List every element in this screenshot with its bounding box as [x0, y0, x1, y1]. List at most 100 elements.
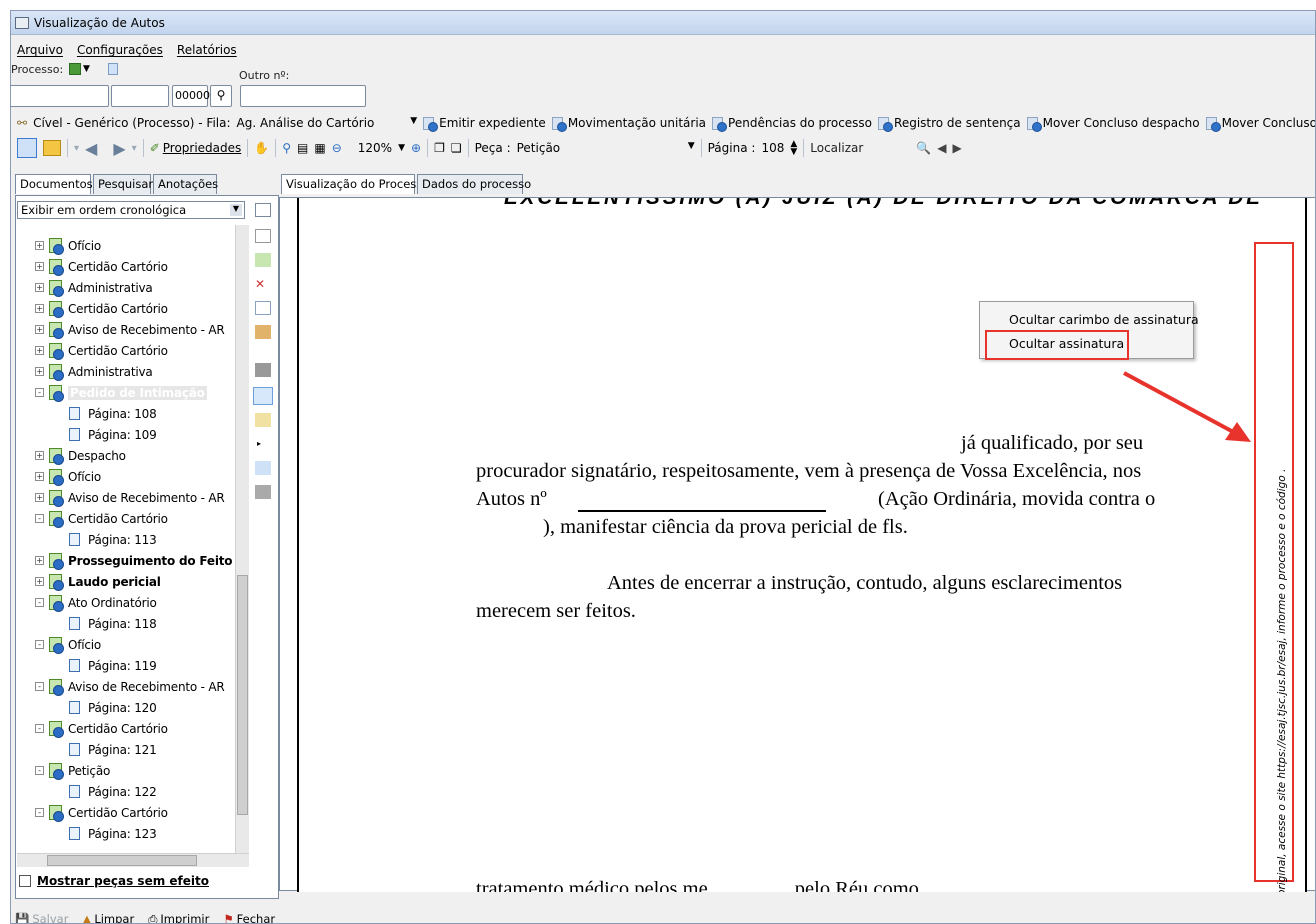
expand-toggle-icon[interactable]: +	[35, 577, 44, 586]
process-number-field-1[interactable]	[11, 85, 109, 107]
chevron-down-icon[interactable]: ▼	[398, 143, 405, 153]
tree-document-item[interactable]: - Ofício	[35, 634, 101, 655]
expand-toggle-icon[interactable]: +	[35, 283, 44, 292]
tree-document-item[interactable]: - Certidão Cartório	[35, 802, 168, 823]
dropdown-icon[interactable]: ▾	[132, 143, 137, 154]
order-select[interactable]: Exibir em ordem cronológica ▼	[17, 201, 245, 219]
tree-document-item[interactable]: + Aviso de Recebimento - AR	[35, 487, 225, 508]
process-doc-icon[interactable]	[108, 63, 118, 75]
expand-toggle-icon[interactable]: +	[35, 451, 44, 460]
find-prev-icon[interactable]: ◀	[937, 141, 946, 155]
sentence-button[interactable]: Registro de sentença	[878, 116, 1021, 132]
expand-toggle-icon[interactable]: +	[35, 367, 44, 376]
find-input[interactable]: Localizar	[810, 141, 910, 155]
clear-button[interactable]: ▲ Limpar	[82, 912, 134, 923]
tree-document-item[interactable]: + Prosseguimento do Feito	[35, 550, 233, 571]
tree-document-item[interactable]: + Certidão Cartório	[35, 340, 168, 361]
hand-icon[interactable]: ✋	[254, 141, 269, 155]
save-button[interactable]: 💾 Salvar	[15, 912, 68, 923]
tree-document-item[interactable]: + Ofício	[35, 235, 101, 256]
tree-document-item[interactable]: + Despacho	[35, 445, 126, 466]
signature-tool-icon[interactable]	[253, 387, 273, 405]
menu-arquivo[interactable]: Arquivo	[17, 43, 63, 59]
search-icon[interactable]: ⚲	[210, 85, 232, 107]
tree-document-item[interactable]: - Certidão Cartório	[35, 508, 168, 529]
tree-page-item[interactable]: Página: 118	[65, 613, 157, 634]
back-icon[interactable]: ◀	[85, 139, 97, 158]
expand-toggle-icon[interactable]: -	[35, 766, 44, 775]
queue-select[interactable]: Ag. Análise do Cartório ▼	[237, 116, 418, 131]
document-add-icon[interactable]	[255, 253, 271, 267]
expand-toggle-icon[interactable]: -	[35, 598, 44, 607]
hide-stamp-item[interactable]: Ocultar carimbo de assinatura	[1009, 312, 1199, 327]
zoom-in-icon[interactable]: ⊕	[411, 141, 421, 155]
document-delete-icon[interactable]: ✕	[255, 277, 271, 291]
tree-document-item[interactable]: + Aviso de Recebimento - AR	[35, 319, 225, 340]
tree-document-item[interactable]: + Certidão Cartório	[35, 298, 168, 319]
tree-document-item[interactable]: - Ato Ordinatório	[35, 592, 157, 613]
expand-toggle-icon[interactable]: -	[35, 514, 44, 523]
fit-page-icon[interactable]: ▤	[297, 141, 308, 155]
tree-page-item[interactable]: Página: 119	[65, 655, 157, 676]
other-number-input[interactable]	[240, 85, 366, 107]
menu-configuracoes[interactable]: Configurações	[77, 43, 163, 59]
tree-page-item[interactable]: Página: 108	[65, 403, 157, 424]
tree-document-item[interactable]: - Pedido de Intimação	[35, 382, 207, 403]
monitor-icon[interactable]	[17, 138, 37, 158]
tree-page-item[interactable]: Página: 113	[65, 529, 157, 550]
print-button[interactable]: ⎙ Imprimir	[148, 912, 209, 924]
zoom-out-icon[interactable]: ⊖	[332, 141, 342, 155]
page-number-input[interactable]: 108	[761, 141, 784, 155]
tab-pesquisar[interactable]: Pesquisar	[93, 174, 153, 194]
tree-page-item[interactable]: Página: 121	[65, 739, 157, 760]
show-no-effect-checkbox[interactable]	[19, 875, 31, 887]
pending-button[interactable]: Pendências do processo	[712, 116, 872, 132]
tree-page-item[interactable]: Página: 120	[65, 697, 157, 718]
tree-view-icon[interactable]	[255, 203, 271, 217]
move-icon[interactable]	[255, 325, 271, 339]
expand-toggle-icon[interactable]: -	[35, 724, 44, 733]
expand-toggle-icon[interactable]: +	[35, 472, 44, 481]
expand-toggle-icon[interactable]: -	[35, 388, 44, 397]
expand-toggle-icon[interactable]: +	[35, 346, 44, 355]
tree-document-item[interactable]: - Aviso de Recebimento - AR	[35, 676, 225, 697]
merge-icon[interactable]	[255, 301, 271, 315]
close-button[interactable]: ⚑ Fechar	[223, 912, 275, 923]
tree-document-item[interactable]: + Administrativa	[35, 361, 153, 382]
dropdown-icon[interactable]: ▾	[74, 143, 79, 154]
fit-width-icon[interactable]: ▦	[314, 141, 325, 155]
print-page-icon[interactable]: ❏	[451, 141, 462, 155]
collapse-icon[interactable]	[255, 229, 271, 243]
copy-page-icon[interactable]: ❐	[434, 141, 445, 155]
expand-toggle-icon[interactable]: +	[35, 325, 44, 334]
binoculars-icon[interactable]: 🔍	[916, 141, 931, 155]
movement-button[interactable]: Movimentação unitária	[551, 116, 706, 132]
move-despacho-button[interactable]: Mover Concluso despacho	[1026, 116, 1200, 132]
tree-document-item[interactable]: - Petição	[35, 760, 110, 781]
piece-select[interactable]: Petição ▼	[517, 141, 695, 155]
tab-documentos[interactable]: Documentos	[15, 174, 93, 194]
process-number-field-2[interactable]	[111, 85, 169, 107]
lock-doc-icon[interactable]	[255, 363, 271, 377]
forward-icon[interactable]: ▶	[113, 139, 125, 158]
emit-button[interactable]: Emitir expediente	[423, 116, 546, 132]
tree-document-item[interactable]: + Administrativa	[35, 277, 153, 298]
tree-document-item[interactable]: - Certidão Cartório	[35, 718, 168, 739]
tree-document-item[interactable]: + Ofício	[35, 466, 101, 487]
tree-page-item[interactable]: Página: 109	[65, 424, 157, 445]
process-number-suffix[interactable]: 00000	[172, 85, 210, 107]
tree-scrollbar[interactable]	[235, 225, 249, 855]
expand-toggle-icon[interactable]: +	[35, 556, 44, 565]
tree-page-item[interactable]: Página: 123	[65, 823, 157, 844]
tree-document-item[interactable]: + Certidão Cartório	[35, 256, 168, 277]
folder-icon[interactable]	[43, 140, 61, 156]
note-icon[interactable]	[255, 413, 271, 427]
move-concluso-button[interactable]: Mover Concluso	[1205, 116, 1315, 132]
expand-toggle-icon[interactable]: -	[35, 682, 44, 691]
expand-toggle-icon[interactable]: +	[35, 304, 44, 313]
expand-toggle-icon[interactable]: +	[35, 262, 44, 271]
tree-document-item[interactable]: + Laudo pericial	[35, 571, 161, 592]
expand-toggle-icon[interactable]: +	[35, 493, 44, 502]
find-next-icon[interactable]: ▶	[952, 141, 961, 155]
tab-dados[interactable]: Dados do processo	[417, 174, 531, 194]
